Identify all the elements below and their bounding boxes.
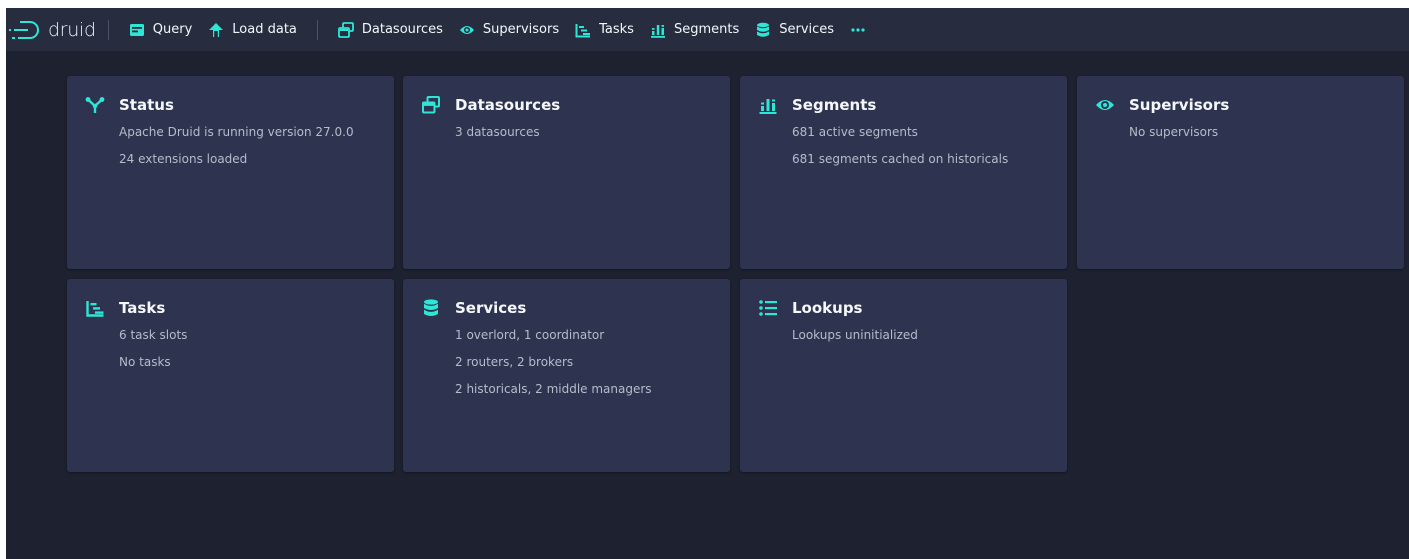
segments-icon (650, 22, 666, 38)
services-overlord-coordinator: 1 overlord, 1 coordinator (455, 328, 605, 342)
eye-icon (1095, 95, 1115, 115)
segments-cached: 681 segments cached on historicals (792, 152, 1009, 166)
database-icon (755, 22, 771, 38)
datasources-card-title: Datasources (421, 95, 560, 115)
druid-console: druid Query Load data Datasources Superv… (6, 8, 1409, 559)
supervisors-card-title: Supervisors (1095, 95, 1229, 115)
nav-more-button[interactable] (842, 15, 874, 45)
segments-active: 681 active segments (792, 125, 918, 139)
supervisors-card[interactable]: Supervisors No supervisors (1077, 76, 1404, 269)
datasources-icon (337, 21, 354, 38)
nav-divider (107, 19, 109, 40)
services-historicals-middlemanagers: 2 historicals, 2 middle managers (455, 382, 652, 396)
tasks-card-title: Tasks (85, 298, 165, 318)
nav-divider-2 (316, 19, 318, 40)
lookups-card[interactable]: Lookups Lookups uninitialized (740, 279, 1067, 472)
datasources-icon (421, 95, 441, 115)
supervisors-title-text: Supervisors (1129, 96, 1230, 114)
status-title-text: Status (119, 96, 174, 114)
druid-logo[interactable]: druid (8, 8, 96, 51)
datasources-card[interactable]: Datasources 3 datasources (403, 76, 730, 269)
database-icon (421, 298, 441, 318)
nav-supervisors-button[interactable]: Supervisors (451, 15, 567, 45)
status-card-title: Status (85, 95, 174, 115)
services-card-title: Services (421, 298, 526, 318)
nav-services-label: Services (779, 22, 835, 37)
services-title-text: Services (455, 299, 527, 317)
nav-services-button[interactable]: Services (747, 15, 842, 45)
supervisors-status: No supervisors (1129, 125, 1219, 139)
status-version: Apache Druid is running version 27.0.0 (119, 125, 354, 139)
segments-card[interactable]: Segments 681 active segments 681 segment… (740, 76, 1067, 269)
nav-query-button[interactable]: Query (121, 15, 201, 45)
druid-logo-icon (9, 20, 39, 39)
tasks-card[interactable]: Tasks 6 task slots No tasks (67, 279, 394, 472)
nav-supervisors-label: Supervisors (482, 22, 560, 37)
segments-title-text: Segments (792, 96, 877, 114)
services-routers-brokers: 2 routers, 2 brokers (455, 355, 574, 369)
nav-load-data-button[interactable]: Load data (200, 15, 305, 45)
tasks-icon (85, 298, 105, 318)
segments-card-title: Segments (758, 95, 876, 115)
status-extensions: 24 extensions loaded (119, 152, 248, 166)
eye-icon (459, 22, 475, 38)
tasks-status: No tasks (119, 355, 171, 369)
nav-tasks-label: Tasks (599, 22, 634, 37)
segments-icon (758, 95, 778, 115)
lookups-title-text: Lookups (792, 299, 863, 317)
more-icon (851, 27, 865, 32)
status-card[interactable]: Status Apache Druid is running version 2… (67, 76, 394, 269)
lookups-card-title: Lookups (758, 298, 863, 318)
services-card[interactable]: Services 1 overlord, 1 coordinator 2 rou… (403, 279, 730, 472)
nav-query-label: Query (152, 22, 193, 37)
query-icon (129, 22, 145, 38)
nav-segments-label: Segments (673, 22, 740, 37)
datasources-count: 3 datasources (455, 125, 540, 139)
lookups-status: Lookups uninitialized (792, 328, 918, 342)
list-icon (758, 298, 778, 318)
tasks-slots: 6 task slots (119, 328, 188, 342)
nav-tasks-button[interactable]: Tasks (567, 15, 642, 45)
nav-load-data-label: Load data (232, 22, 297, 37)
tasks-icon (575, 22, 591, 38)
logo-wordmark: druid (48, 18, 96, 41)
nav-datasources-label: Datasources (361, 22, 443, 37)
status-icon (85, 95, 105, 115)
cloud-upload-icon (208, 22, 224, 38)
top-navbar: druid Query Load data Datasources Superv… (6, 8, 1409, 51)
tasks-title-text: Tasks (119, 299, 166, 317)
datasources-title-text: Datasources (455, 96, 561, 114)
nav-segments-button[interactable]: Segments (642, 15, 747, 45)
nav-datasources-button[interactable]: Datasources (330, 15, 451, 45)
